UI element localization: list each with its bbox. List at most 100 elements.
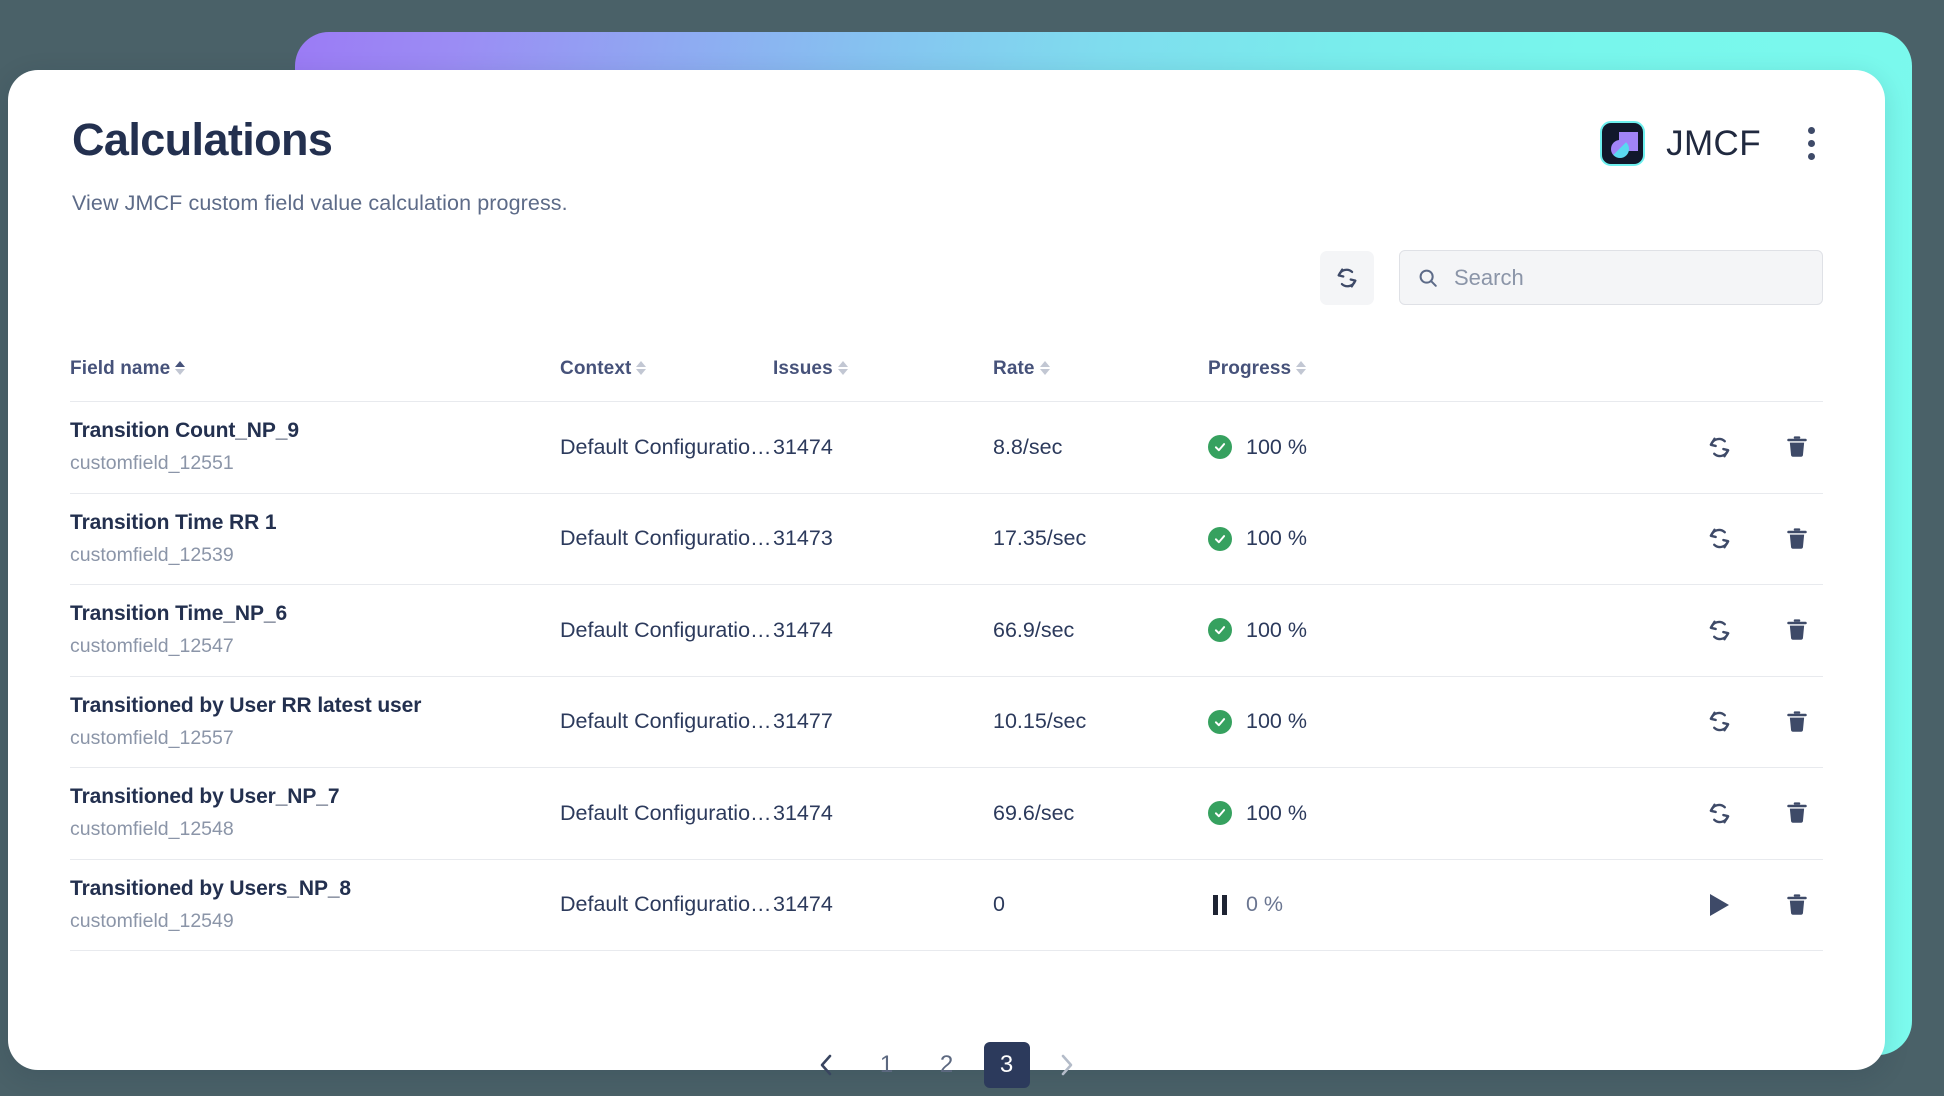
progress-percent: 100 %	[1246, 618, 1307, 643]
column-header-label: Rate	[993, 358, 1035, 380]
progress-percent: 100 %	[1246, 435, 1307, 460]
field-name: Transitioned by User_NP_7	[70, 785, 560, 809]
cell-actions	[1488, 429, 1823, 465]
delete-calculation-button[interactable]	[1779, 521, 1815, 557]
cell-issues: 31474	[773, 801, 993, 826]
progress-percent: 0 %	[1246, 892, 1283, 917]
progress-percent: 100 %	[1246, 709, 1307, 734]
field-name: Transition Count_NP_9	[70, 419, 560, 443]
table-row[interactable]: Transitioned by User RR latest usercusto…	[70, 677, 1823, 769]
search-input[interactable]	[1454, 265, 1805, 291]
table-row[interactable]: Transitioned by Users_NP_8customfield_12…	[70, 860, 1823, 952]
cell-context: Default Configuration Sc…	[560, 801, 773, 826]
cell-actions	[1488, 521, 1823, 557]
cell-field-name: Transition Time RR 1 customfield_12539	[70, 511, 560, 567]
refresh-icon	[1706, 434, 1733, 461]
delete-calculation-button[interactable]	[1779, 612, 1815, 648]
field-name: Transition Time RR 1	[70, 511, 560, 535]
field-key: customfield_12551	[70, 452, 560, 475]
cell-context: Default Configuration Sc…	[560, 618, 773, 643]
delete-calculation-button[interactable]	[1779, 704, 1815, 740]
refresh-icon	[1334, 265, 1360, 291]
trash-icon	[1784, 526, 1810, 552]
field-key: customfield_12539	[70, 544, 560, 567]
cell-issues: 31474	[773, 618, 993, 643]
column-header-field-name[interactable]: Field name	[70, 358, 560, 380]
calculations-panel: Calculations View JMCF custom field valu…	[8, 70, 1885, 1070]
cell-issues: 31473	[773, 526, 993, 551]
jmcf-logo-icon	[1600, 121, 1645, 166]
cell-rate: 69.6/sec	[993, 801, 1208, 826]
progress-percent: 100 %	[1246, 801, 1307, 826]
cell-actions	[1488, 795, 1823, 831]
field-name: Transition Time_NP_6	[70, 602, 560, 626]
trash-icon	[1784, 434, 1810, 460]
cell-progress: 100 %	[1208, 526, 1488, 551]
column-header-issues[interactable]: Issues	[773, 358, 993, 380]
progress-percent: 100 %	[1246, 526, 1307, 551]
pagination-page-button[interactable]: 1	[864, 1042, 910, 1088]
recalculate-button[interactable]	[1701, 429, 1737, 465]
page-subtitle: View JMCF custom field value calculation…	[72, 191, 568, 216]
delete-calculation-button[interactable]	[1779, 429, 1815, 465]
pause-icon	[1208, 895, 1232, 915]
column-header-rate[interactable]: Rate	[993, 358, 1208, 380]
cell-field-name: Transitioned by User RR latest usercusto…	[70, 694, 560, 750]
cell-rate: 8.8/sec	[993, 435, 1208, 460]
cell-issues: 31474	[773, 435, 993, 460]
cell-rate: 10.15/sec	[993, 709, 1208, 734]
cell-rate: 0	[993, 892, 1208, 917]
column-header-context[interactable]: Context	[560, 358, 773, 380]
title-block: Calculations View JMCF custom field valu…	[70, 115, 568, 216]
sort-arrows-icon	[636, 361, 646, 375]
chevron-right-icon	[1058, 1052, 1075, 1078]
cell-issues: 31474	[773, 892, 993, 917]
pagination-prev-button[interactable]	[804, 1042, 850, 1088]
column-header-label: Issues	[773, 358, 833, 380]
recalculate-button[interactable]	[1701, 704, 1737, 740]
table-header-row: Field name Context Issues Rate Progress	[70, 358, 1823, 402]
sort-arrows-icon	[1296, 361, 1306, 375]
delete-calculation-button[interactable]	[1779, 887, 1815, 923]
brand-area: JMCF	[1600, 115, 1823, 166]
refresh-icon	[1706, 617, 1733, 644]
cell-rate: 66.9/sec	[993, 618, 1208, 643]
table-row[interactable]: Transition Time RR 1customfield_12539Def…	[70, 494, 1823, 586]
table-row[interactable]: Transition Count_NP_9 customfield_12551De…	[70, 402, 1823, 494]
more-vertical-icon[interactable]	[1800, 123, 1823, 164]
pagination-page-button[interactable]: 2	[924, 1042, 970, 1088]
pagination-page-button[interactable]: 3	[984, 1042, 1030, 1088]
table-body: Transition Count_NP_9customfield_12551De…	[70, 402, 1823, 951]
sort-arrows-icon	[175, 361, 185, 375]
cell-context: Default Configuration Sc…	[560, 709, 773, 734]
refresh-all-button[interactable]	[1320, 251, 1374, 305]
cell-field-name: Transitioned by Users_NP_8customfield_12…	[70, 877, 560, 933]
cell-actions	[1488, 612, 1823, 648]
column-header-progress[interactable]: Progress	[1208, 358, 1488, 380]
page-title: Calculations	[72, 115, 568, 165]
field-key: customfield_12547	[70, 635, 560, 658]
recalculate-button[interactable]	[1701, 795, 1737, 831]
search-box[interactable]	[1399, 250, 1823, 305]
cell-actions	[1488, 887, 1823, 923]
pagination-next-button[interactable]	[1044, 1042, 1090, 1088]
trash-icon	[1784, 800, 1810, 826]
cell-field-name: Transition Count_NP_9 customfield_12551	[70, 419, 560, 475]
check-circle-icon	[1208, 618, 1232, 642]
search-icon	[1417, 267, 1439, 289]
start-calculation-button[interactable]	[1701, 887, 1737, 923]
trash-icon	[1784, 709, 1810, 735]
delete-calculation-button[interactable]	[1779, 795, 1815, 831]
recalculate-button[interactable]	[1701, 521, 1737, 557]
refresh-icon	[1706, 800, 1733, 827]
table-row[interactable]: Transition Time_NP_6 customfield_12547Def…	[70, 585, 1823, 677]
cell-field-name: Transition Time_NP_6 customfield_12547	[70, 602, 560, 658]
panel-header: Calculations View JMCF custom field valu…	[70, 70, 1823, 216]
table-row[interactable]: Transitioned by User_NP_7customfield_125…	[70, 768, 1823, 860]
cell-progress: 100 %	[1208, 801, 1488, 826]
cell-context: Default Configuration Sc…	[560, 892, 773, 917]
cell-context: Default Configuration Sc…	[560, 435, 773, 460]
chevron-left-icon	[818, 1052, 835, 1078]
trash-icon	[1784, 617, 1810, 643]
recalculate-button[interactable]	[1701, 612, 1737, 648]
